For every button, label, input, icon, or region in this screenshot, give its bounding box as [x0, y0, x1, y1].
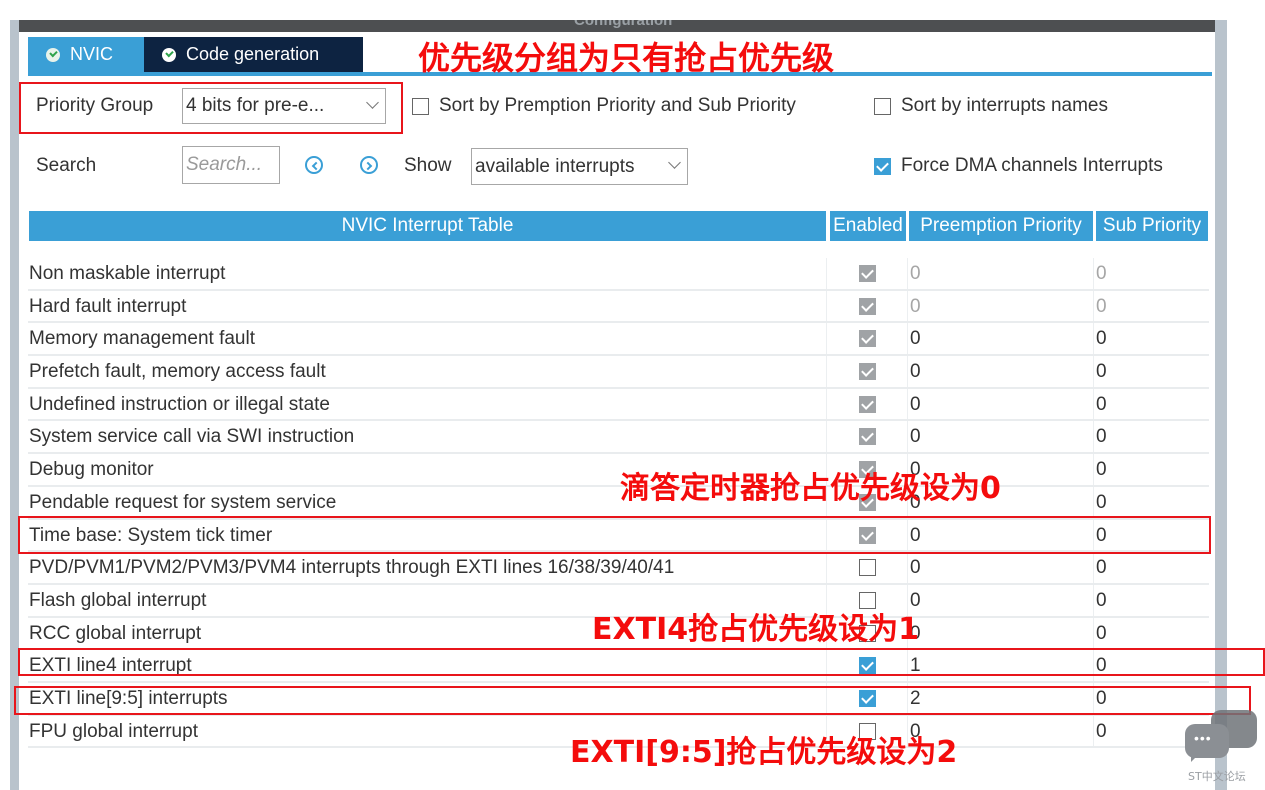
tab-nvic[interactable]: NVIC [28, 37, 144, 72]
enabled-cell [859, 363, 876, 385]
sub-priority-cell[interactable]: 0 [1096, 459, 1107, 481]
enabled-cell [859, 330, 876, 352]
tab-strip: NVIC Code generation [28, 37, 363, 72]
chevron-down-icon [668, 156, 681, 169]
table-row[interactable]: Non maskable interrupt 0 0 [28, 258, 1209, 291]
interrupt-name: Debug monitor [29, 459, 154, 481]
sub-priority-cell[interactable]: 0 [1096, 590, 1107, 612]
window-title-bar: Configuration [19, 20, 1215, 32]
sub-priority-cell[interactable]: 0 [1096, 361, 1107, 383]
annotation-box-exti9-5 [14, 686, 1251, 715]
checkbox-box[interactable] [412, 97, 429, 115]
table-row[interactable]: Hard fault interrupt 0 0 [28, 291, 1209, 324]
preemption-priority-cell[interactable]: 0 [910, 361, 921, 383]
table-row[interactable]: PVD/PVM1/PVM2/PVM3/PVM4 interrupts throu… [28, 552, 1209, 585]
annotation-box-priority-group [19, 82, 403, 134]
enabled-cell [859, 428, 876, 450]
column-header-preemption[interactable]: Preemption Priority [909, 211, 1093, 241]
check-circle-icon [46, 47, 60, 62]
chat-bubble-tail [1191, 754, 1199, 762]
table-row[interactable]: Prefetch fault, memory access fault 0 0 [28, 356, 1209, 389]
enabled-checkbox [859, 265, 876, 282]
enabled-checkbox [859, 428, 876, 446]
annotation-systick: 滴答定时器抢占优先级设为0 [620, 471, 1001, 506]
checkbox-box[interactable] [874, 97, 891, 115]
preemption-priority-cell[interactable]: 0 [910, 557, 921, 579]
annotation-priority-group: 优先级分组为只有抢占优先级 [418, 39, 835, 77]
next-match-icon[interactable] [360, 156, 378, 174]
sort-names-checkbox[interactable]: Sort by interrupts names [874, 95, 1108, 117]
check-circle-icon [162, 47, 176, 62]
interrupt-name: Flash global interrupt [29, 589, 207, 611]
column-header-sub[interactable]: Sub Priority [1096, 211, 1208, 241]
table-row[interactable]: Pendable request for system service 0 0 [28, 487, 1209, 520]
window-title: Configuration [574, 20, 673, 29]
tab-label: Code generation [186, 44, 320, 64]
sub-priority-cell[interactable]: 0 [1096, 623, 1107, 645]
enabled-checkbox [859, 297, 876, 315]
column-header-name[interactable]: NVIC Interrupt Table [29, 211, 826, 241]
preemption-priority-cell: 0 [910, 295, 921, 317]
enabled-cell [859, 297, 876, 320]
column-header-enabled[interactable]: Enabled [830, 211, 906, 241]
table-row[interactable]: System service call via SWI instruction 0… [28, 421, 1209, 455]
annotation-box-exti4 [18, 648, 1265, 676]
interrupt-name: Prefetch fault, memory access fault [29, 361, 326, 383]
sub-priority-cell[interactable]: 0 [1096, 721, 1107, 743]
interrupt-name: Memory management fault [29, 328, 255, 350]
preemption-priority-cell: 0 [910, 263, 921, 284]
chat-bubble-icon [1185, 724, 1229, 758]
preemption-priority-cell[interactable]: 0 [910, 426, 921, 448]
interrupt-name: Pendable request for system service [29, 491, 337, 513]
sub-priority-cell[interactable]: 0 [1096, 426, 1107, 448]
interrupt-name: Non maskable interrupt [29, 263, 226, 284]
watermark: ST中文论坛 [1188, 770, 1246, 783]
sub-priority-cell[interactable]: 0 [1096, 328, 1107, 350]
interrupt-name: Hard fault interrupt [29, 295, 187, 317]
annotation-box-systick [18, 516, 1211, 554]
sort-premption-label: Sort by Premption Priority and Sub Prior… [439, 95, 796, 116]
search-input[interactable] [182, 146, 280, 184]
interrupt-name: PVD/PVM1/PVM2/PVM3/PVM4 interrupts throu… [29, 557, 675, 579]
enabled-checkbox [859, 330, 876, 348]
table-row[interactable]: Debug monitor 0 0 [28, 454, 1209, 487]
show-filter-select[interactable]: available interrupts [471, 148, 688, 185]
enabled-checkbox [859, 363, 876, 381]
force-dma-label: Force DMA channels Interrupts [901, 155, 1163, 176]
show-label: Show [404, 155, 452, 176]
sort-premption-checkbox[interactable]: Sort by Premption Priority and Sub Prior… [412, 95, 796, 117]
sub-priority-cell[interactable]: 0 [1096, 492, 1107, 514]
sub-priority-cell[interactable]: 0 [1096, 394, 1107, 416]
tab-code-generation[interactable]: Code generation [144, 37, 363, 72]
sub-priority-cell: 0 [1096, 295, 1107, 317]
table-row[interactable]: Memory management fault 0 0 [28, 323, 1209, 357]
interrupt-name: RCC global interrupt [29, 622, 202, 644]
sort-names-label: Sort by interrupts names [901, 95, 1108, 116]
force-dma-checkbox[interactable]: Force DMA channels Interrupts [874, 155, 1163, 177]
interrupt-name: FPU global interrupt [29, 720, 198, 742]
show-filter-value: available interrupts [475, 155, 635, 177]
annotation-exti9-5: EXTI[9:5]抢占优先级设为2 [570, 735, 958, 770]
previous-match-icon[interactable] [305, 156, 323, 174]
table-row[interactable]: Undefined instruction or illegal state 0 0 [28, 389, 1209, 422]
enabled-checkbox [859, 395, 876, 413]
tab-label: NVIC [70, 44, 114, 64]
preemption-priority-cell[interactable]: 0 [910, 394, 921, 416]
interrupt-name: System service call via SWI instruction [29, 426, 355, 448]
checkbox-box-checked[interactable] [874, 157, 891, 175]
sub-priority-cell: 0 [1096, 263, 1107, 284]
enabled-checkbox[interactable] [859, 559, 876, 577]
search-label: Search [36, 155, 97, 176]
enabled-cell [859, 395, 876, 418]
enabled-cell[interactable] [859, 559, 876, 581]
enabled-cell [859, 265, 876, 287]
sub-priority-cell[interactable]: 0 [1096, 557, 1107, 579]
chat-button[interactable] [1185, 710, 1257, 772]
interrupt-name: Undefined instruction or illegal state [29, 393, 331, 415]
preemption-priority-cell[interactable]: 0 [910, 328, 921, 350]
annotation-exti4: EXTI4抢占优先级设为1 [592, 612, 919, 647]
